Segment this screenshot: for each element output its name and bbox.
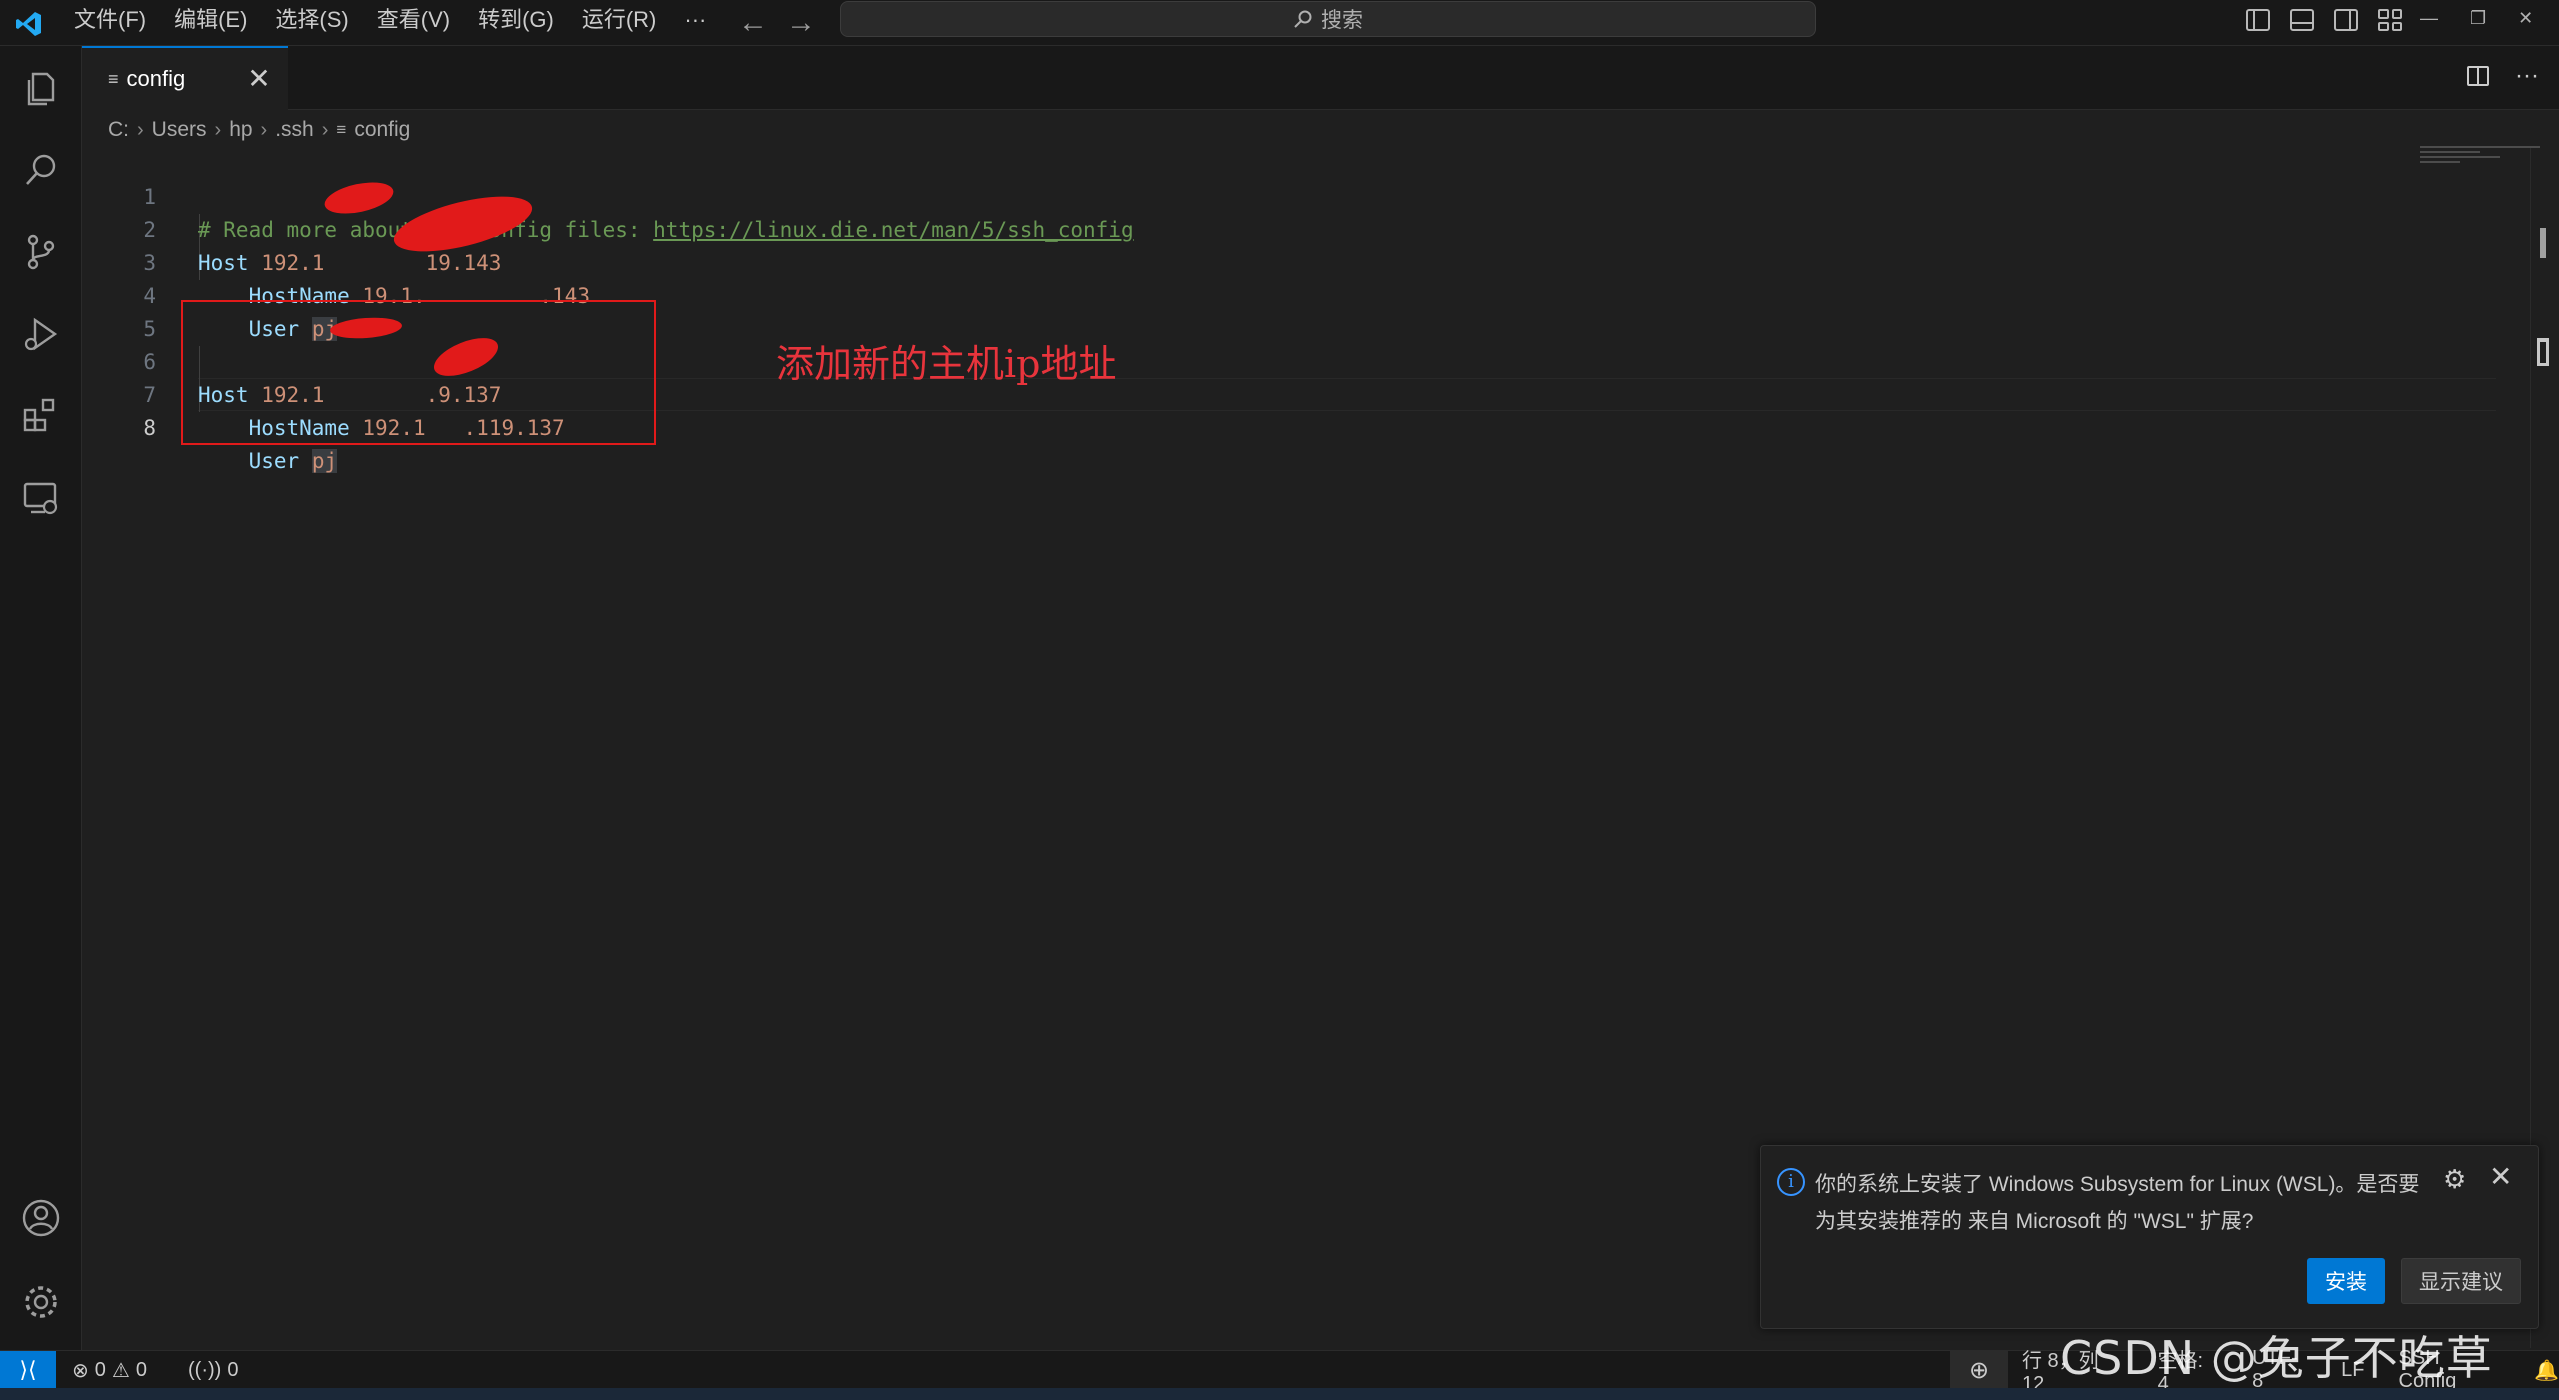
- chevron-right-icon: ›: [321, 118, 329, 141]
- navigation-arrows: ← →: [738, 0, 816, 46]
- layout-controls: [2246, 0, 2402, 40]
- search-label: 搜索: [1321, 9, 1363, 32]
- window-controls: — ❐ ✕: [2420, 0, 2533, 36]
- arrow-back-icon[interactable]: ←: [738, 6, 768, 40]
- chevron-right-icon: ›: [260, 118, 268, 141]
- notification-settings-gear-icon[interactable]: ⚙: [2443, 1164, 2466, 1195]
- error-icon: ⊗: [72, 1359, 89, 1382]
- show-recommendations-button[interactable]: 显示建议: [2401, 1258, 2521, 1304]
- error-count: 0: [94, 1358, 106, 1381]
- explorer-icon[interactable]: [17, 64, 65, 112]
- breadcrumb-users[interactable]: Users: [152, 118, 207, 142]
- notifications-bell-icon[interactable]: 🔔: [2534, 1358, 2559, 1383]
- settings-gear-icon[interactable]: [17, 1278, 65, 1326]
- tab-config[interactable]: ≡ config ✕: [82, 46, 288, 110]
- line-number: 8: [143, 416, 156, 440]
- remote-explorer-icon[interactable]: [17, 474, 65, 522]
- remote-indicator-icon[interactable]: ⟩⟨: [0, 1351, 56, 1389]
- warning-count: 0: [135, 1358, 147, 1381]
- editor-tab-bar: ≡ config ✕ ···: [82, 46, 2559, 110]
- search-icon: [1294, 10, 1312, 28]
- close-window-icon[interactable]: ✕: [2518, 8, 2533, 29]
- tab-label: config: [126, 66, 186, 91]
- editor-actions: ···: [2467, 62, 2539, 90]
- annotation-highlight-box: [181, 300, 656, 445]
- chevron-right-icon: ›: [214, 118, 222, 141]
- zoom-icon[interactable]: ⊕: [1950, 1351, 2008, 1389]
- config-value: pj: [311, 449, 338, 473]
- source-control-icon[interactable]: [17, 228, 65, 276]
- code-line-1: 1 # Read more about SSH config files: ht…: [82, 148, 2412, 242]
- customize-layout-icon[interactable]: [2378, 9, 2402, 31]
- command-center-search[interactable]: 搜索: [840, 1, 1816, 37]
- watermark: CSDN @兔子不吃草: [2060, 1331, 2493, 1385]
- file-lines-icon: ≡: [336, 120, 347, 139]
- status-problems[interactable]: ⊗ 0 ⚠ 0: [72, 1351, 147, 1389]
- chevron-right-icon: ›: [137, 118, 144, 141]
- annotation-label: 添加新的主机ip地址: [776, 342, 1117, 386]
- menu-selection[interactable]: 选择(S): [261, 0, 362, 46]
- close-tab-icon[interactable]: ✕: [244, 62, 274, 95]
- breadcrumb-drive[interactable]: C:: [108, 118, 129, 142]
- broadcast-icon: ((·)): [188, 1358, 222, 1381]
- code-line-2: 2 Host 192.1 19.143: [82, 181, 2412, 275]
- vscode-logo-icon: [16, 12, 41, 36]
- wsl-notification-toast: i 你的系统上安装了 Windows Subsystem for Linux (…: [1760, 1145, 2539, 1329]
- notification-message: 你的系统上安装了 Windows Subsystem for Linux (WS…: [1815, 1173, 2420, 1233]
- split-editor-icon[interactable]: [2467, 66, 2490, 86]
- install-button[interactable]: 安装: [2307, 1258, 2385, 1304]
- search-view-icon[interactable]: [17, 146, 65, 194]
- scrollbar-thumb[interactable]: [2540, 228, 2546, 258]
- notification-close-icon[interactable]: ✕: [2489, 1160, 2512, 1193]
- extensions-icon[interactable]: [17, 392, 65, 440]
- menu-view[interactable]: 查看(V): [363, 0, 464, 46]
- more-actions-icon[interactable]: ···: [2515, 62, 2539, 90]
- breadcrumb-ssh[interactable]: .ssh: [275, 118, 314, 142]
- taskbar-strip: [0, 1388, 2559, 1400]
- toggle-primary-sidebar-icon[interactable]: [2246, 9, 2270, 31]
- ports-count: 0: [227, 1358, 239, 1381]
- file-lines-icon: ≡: [108, 68, 119, 89]
- restore-icon[interactable]: ❐: [2470, 8, 2486, 29]
- info-icon: i: [1777, 1168, 1805, 1196]
- cursor-position-marker: [2537, 338, 2549, 366]
- menu-edit[interactable]: 编辑(E): [160, 0, 261, 46]
- title-bar: 文件(F) 编辑(E) 选择(S) 查看(V) 转到(G) 运行(R) ··· …: [0, 0, 2559, 46]
- breadcrumb: C: › Users › hp › .ssh › ≡ config: [108, 112, 410, 148]
- menu-file[interactable]: 文件(F): [60, 0, 160, 46]
- status-ports[interactable]: ((·)) 0: [188, 1351, 238, 1389]
- toggle-panel-icon[interactable]: [2290, 9, 2314, 31]
- menu-go[interactable]: 转到(G): [464, 0, 568, 46]
- accounts-icon[interactable]: [17, 1194, 65, 1242]
- run-debug-icon[interactable]: [17, 310, 65, 358]
- code-line-4: 4 User pj: [82, 247, 2412, 341]
- breadcrumb-file[interactable]: config: [354, 118, 410, 142]
- minimize-icon[interactable]: —: [2420, 8, 2438, 29]
- menu-run[interactable]: 运行(R): [568, 0, 671, 46]
- config-key: User: [248, 449, 300, 473]
- activity-bar: [0, 46, 82, 1350]
- warning-icon: ⚠: [111, 1359, 130, 1382]
- toggle-secondary-sidebar-icon[interactable]: [2334, 9, 2358, 31]
- menu-more[interactable]: ···: [670, 0, 720, 46]
- menu-bar: 文件(F) 编辑(E) 选择(S) 查看(V) 转到(G) 运行(R) ···: [60, 0, 720, 46]
- minimap[interactable]: [2420, 146, 2540, 176]
- arrow-forward-icon[interactable]: →: [786, 6, 816, 40]
- breadcrumb-hp[interactable]: hp: [229, 118, 252, 142]
